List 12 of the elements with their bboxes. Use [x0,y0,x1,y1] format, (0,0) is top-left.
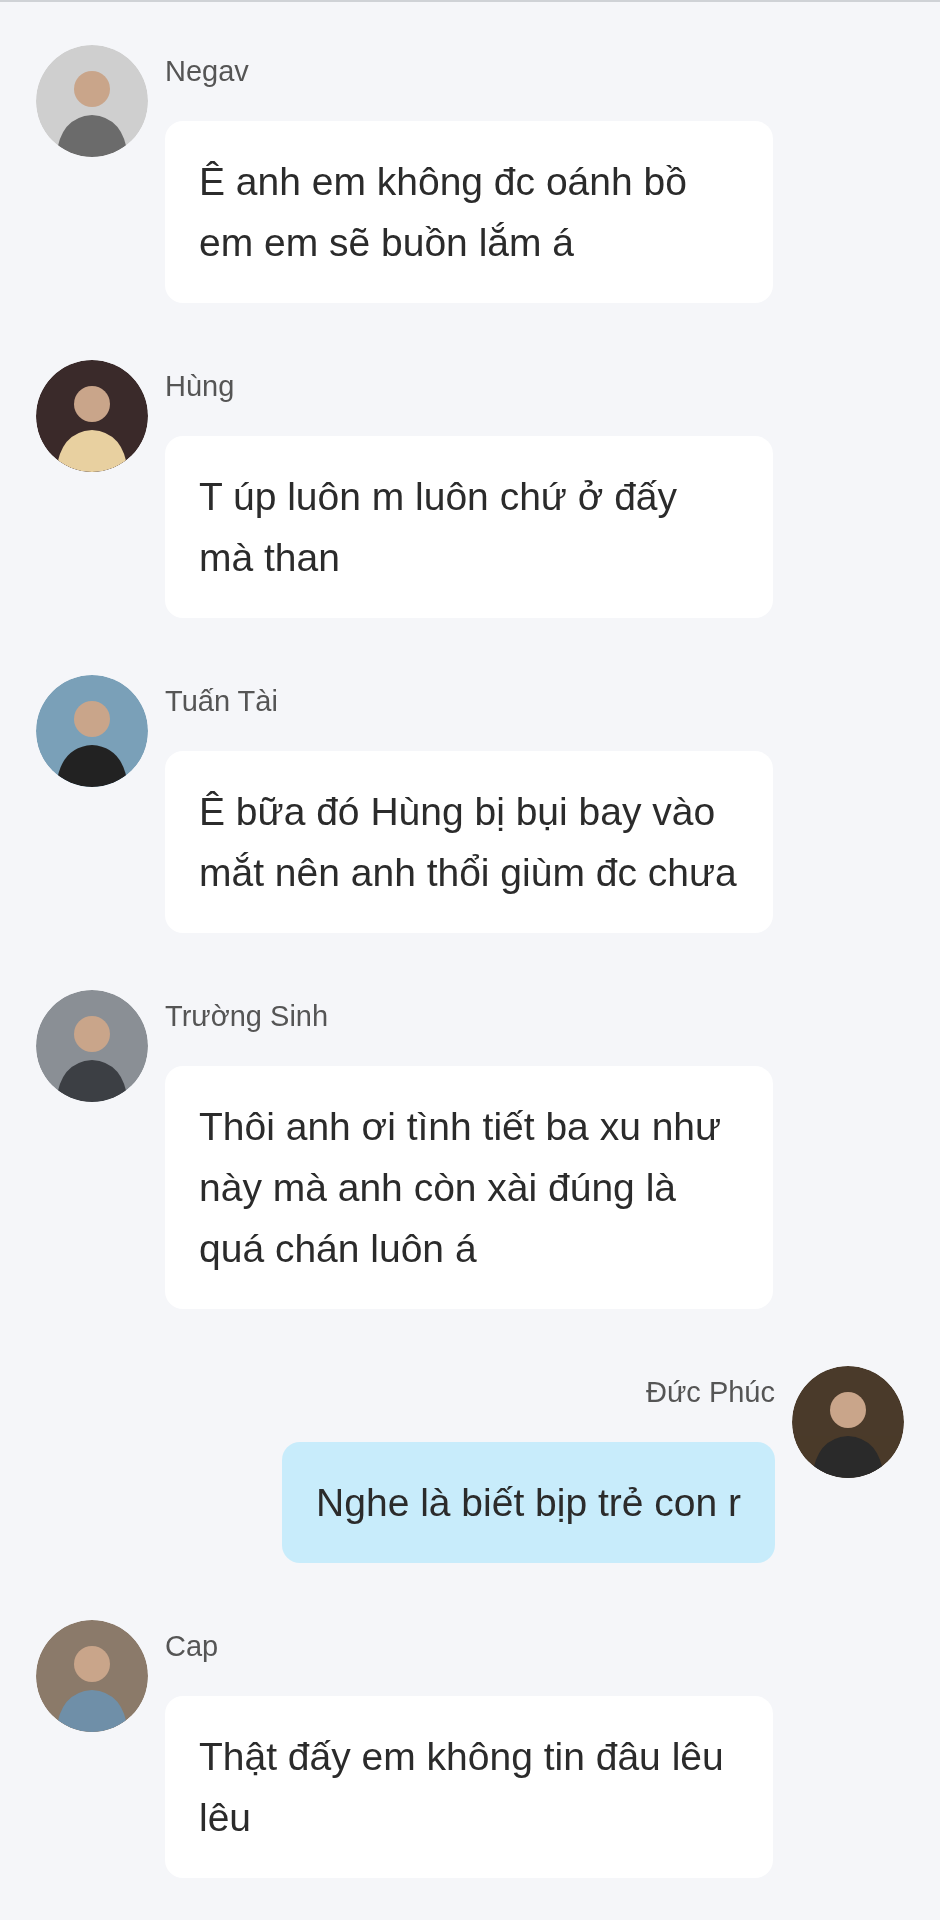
sender-name: Tuấn Tài [165,684,278,719]
message-bubble: Thôi anh ơi tình tiết ba xu như này mà anh còn xài đúng là quá chán luôn á [165,1066,773,1309]
message-bubble: Nghe là biết bịp trẻ con r [282,1442,775,1563]
sender-name: Negav [165,54,249,89]
sender-name: Đức Phúc [646,1375,775,1410]
sender-name: Hùng [165,369,235,404]
message-bubble: Ê anh em không đc oánh bồ em em sẽ buồn lắm á [165,121,773,303]
message-bubble: Thật đấy em không tin đâu lêu lêu [165,1696,773,1878]
message-bubble: Ê bữa đó Hùng bị bụi bay vào mắt nên anh thổi giùm đc chưa [165,751,773,933]
sender-name: Cap [165,1629,219,1664]
sender-name: Trường Sinh [165,999,329,1034]
message-bubble: T úp luôn m luôn chứ ở đấy mà than [165,436,773,618]
